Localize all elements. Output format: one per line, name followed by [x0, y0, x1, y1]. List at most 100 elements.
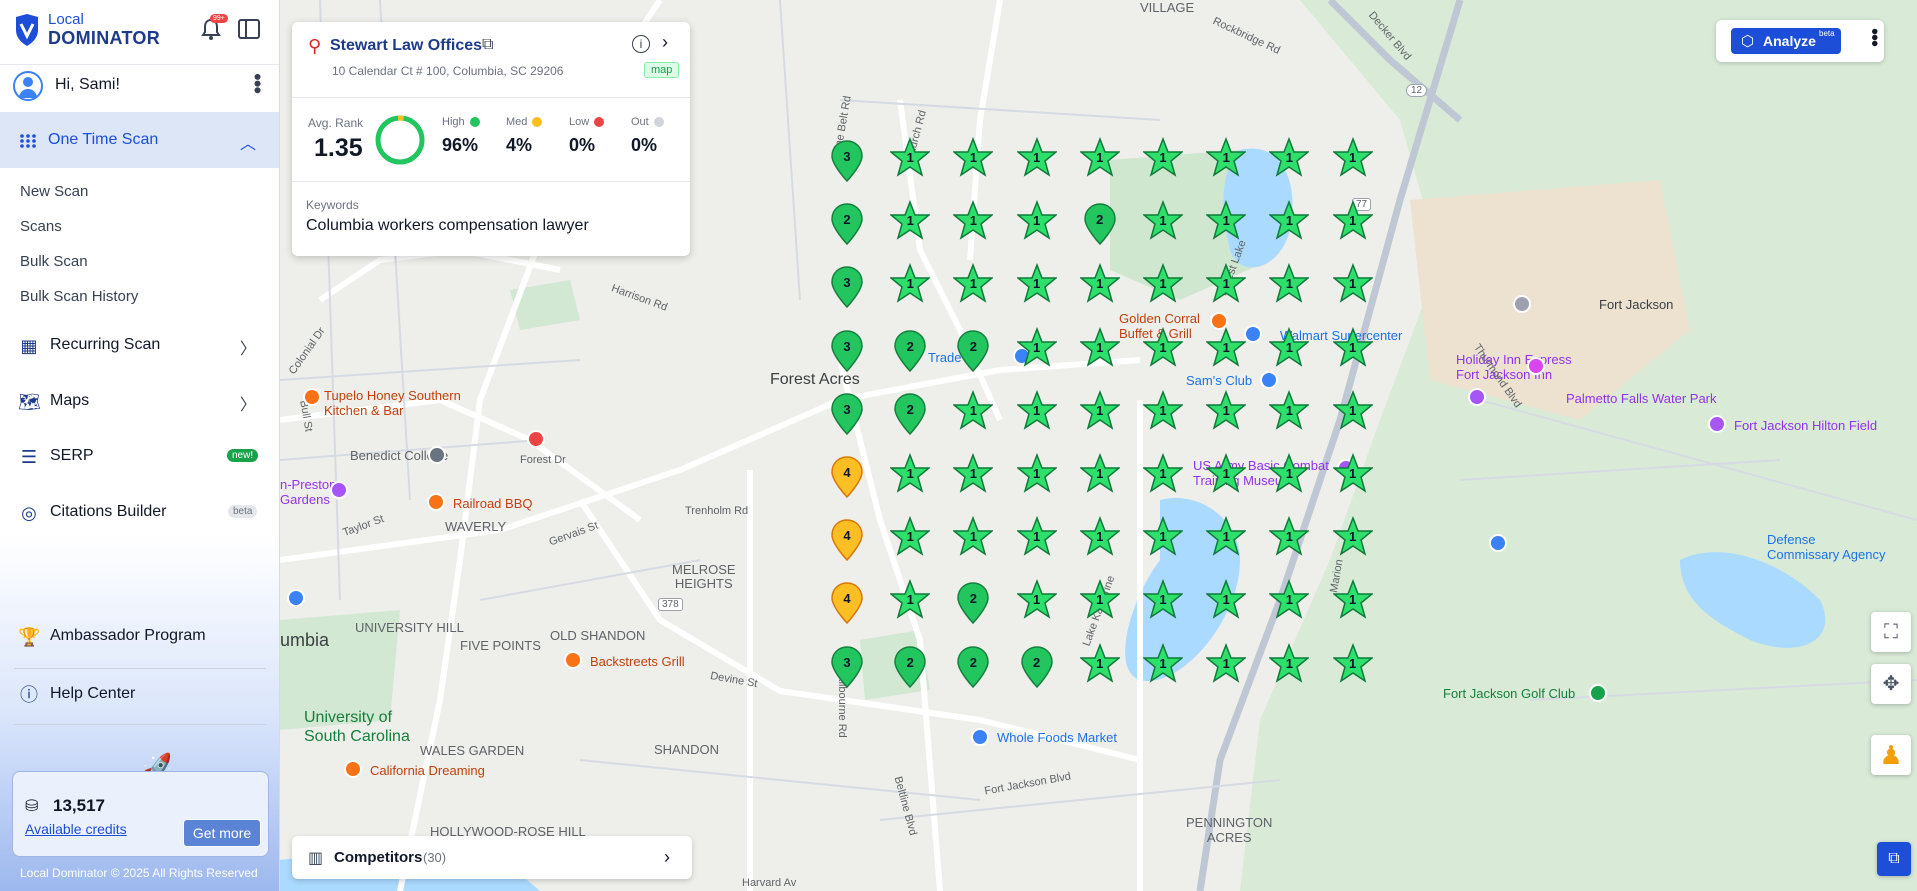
- rank-star-marker[interactable]: 1: [1206, 579, 1247, 625]
- rank-pin-marker[interactable]: 2: [1080, 200, 1120, 246]
- poi-icon[interactable]: [1708, 415, 1726, 433]
- poi-icon[interactable]: [1527, 357, 1545, 375]
- rank-star-marker[interactable]: 1: [1269, 326, 1310, 373]
- rank-star-marker[interactable]: 1: [1016, 389, 1057, 436]
- rank-star-marker[interactable]: 1: [1079, 516, 1120, 562]
- recenter-icon[interactable]: ✥: [1871, 664, 1911, 704]
- rank-star-marker[interactable]: 1: [1143, 200, 1183, 246]
- nav-recurring-scan[interactable]: ▦ Recurring Scan 〉: [0, 325, 279, 365]
- rank-star-marker[interactable]: 1: [1206, 137, 1247, 183]
- nav-help-center[interactable]: ⓘ Help Center: [0, 674, 279, 714]
- rank-star-marker[interactable]: 1: [1143, 516, 1183, 562]
- rank-star-marker[interactable]: 1: [1332, 137, 1373, 183]
- nav-new-scan[interactable]: New Scan: [20, 183, 88, 200]
- rank-star-marker[interactable]: 1: [1332, 453, 1373, 499]
- rank-pin-marker[interactable]: 2: [827, 200, 867, 246]
- rank-star-marker[interactable]: 1: [1143, 137, 1183, 183]
- poi-icon[interactable]: [1260, 371, 1278, 389]
- rank-star-marker[interactable]: 1: [1206, 389, 1247, 436]
- rank-star-marker[interactable]: 1: [1079, 326, 1120, 373]
- rank-star-marker[interactable]: 1: [1206, 263, 1247, 309]
- rank-star-marker[interactable]: 1: [1079, 263, 1120, 309]
- poi-icon[interactable]: [1244, 325, 1262, 343]
- external-link-icon[interactable]: ⧉: [482, 36, 493, 54]
- rank-star-marker[interactable]: 1: [1016, 516, 1057, 562]
- poi-icon[interactable]: [1489, 534, 1507, 552]
- poi-icon[interactable]: [427, 493, 445, 511]
- rank-pin-marker[interactable]: 3: [827, 327, 867, 373]
- competitors-bar[interactable]: ▥ Competitors (30) ›: [292, 836, 692, 879]
- rank-star-marker[interactable]: 1: [1269, 389, 1310, 436]
- available-credits-link[interactable]: Available credits: [25, 821, 127, 837]
- rank-star-marker[interactable]: 1: [1143, 453, 1183, 499]
- rank-pin-marker[interactable]: 2: [890, 390, 930, 436]
- rank-pin-marker[interactable]: 3: [827, 137, 867, 183]
- street-view-pegman-icon[interactable]: ♟: [1871, 735, 1911, 775]
- rank-star-marker[interactable]: 1: [1206, 642, 1247, 689]
- rank-pin-marker[interactable]: 2: [953, 579, 993, 625]
- rank-pin-marker[interactable]: 3: [827, 643, 867, 689]
- rank-star-marker[interactable]: 1: [1016, 137, 1057, 183]
- sidebar-toggle-icon[interactable]: [238, 19, 260, 39]
- poi-icon[interactable]: [428, 446, 446, 464]
- more-options-icon[interactable]: •••: [1862, 28, 1885, 46]
- rank-star-marker[interactable]: 1: [1143, 263, 1183, 309]
- rank-star-marker[interactable]: 1: [1332, 516, 1373, 562]
- rank-star-marker[interactable]: 1: [1206, 453, 1247, 499]
- rank-star-marker[interactable]: 1: [1332, 200, 1373, 246]
- extension-icon[interactable]: ⧉: [1877, 842, 1911, 876]
- chevron-right-icon[interactable]: ›: [662, 32, 668, 53]
- rank-star-marker[interactable]: 1: [1206, 326, 1247, 373]
- poi-icon[interactable]: [564, 651, 582, 669]
- rank-star-marker[interactable]: 1: [953, 200, 994, 246]
- rank-star-marker[interactable]: 1: [1332, 389, 1373, 436]
- rank-star-marker[interactable]: 1: [1016, 453, 1057, 499]
- rank-star-marker[interactable]: 1: [1332, 263, 1373, 309]
- rank-star-marker[interactable]: 1: [1016, 326, 1057, 373]
- nav-bulk-scan[interactable]: Bulk Scan: [20, 253, 88, 270]
- nav-one-time-scan[interactable]: One Time Scan ︿: [0, 112, 279, 168]
- rank-star-marker[interactable]: 1: [953, 453, 994, 499]
- nav-maps[interactable]: 🗺 Maps 〉: [0, 381, 279, 421]
- poi-icon[interactable]: [287, 589, 305, 607]
- poi-icon[interactable]: [344, 760, 362, 778]
- rank-star-marker[interactable]: 1: [890, 137, 931, 183]
- rank-star-marker[interactable]: 1: [1206, 516, 1247, 562]
- rank-star-marker[interactable]: 1: [1016, 579, 1057, 625]
- rank-star-marker[interactable]: 1: [1143, 642, 1183, 689]
- rank-pin-marker[interactable]: 3: [827, 390, 867, 436]
- rank-star-marker[interactable]: 1: [1206, 200, 1247, 246]
- rank-star-marker[interactable]: 1: [1143, 579, 1183, 625]
- rank-star-marker[interactable]: 1: [1143, 326, 1183, 373]
- poi-icon[interactable]: [1513, 295, 1531, 313]
- brand-logo[interactable]: Local DOMINATOR: [14, 12, 160, 47]
- info-icon[interactable]: i: [632, 35, 650, 53]
- poi-icon[interactable]: [971, 728, 989, 746]
- rank-star-marker[interactable]: 1: [1332, 326, 1373, 373]
- rank-star-marker[interactable]: 1: [890, 200, 931, 246]
- rank-star-marker[interactable]: 1: [1079, 389, 1120, 436]
- rank-pin-marker[interactable]: 2: [953, 327, 993, 373]
- rank-pin-marker[interactable]: 4: [827, 453, 867, 499]
- rank-star-marker[interactable]: 1: [890, 579, 931, 625]
- rank-star-marker[interactable]: 1: [1016, 200, 1057, 246]
- rank-star-marker[interactable]: 1: [1269, 642, 1310, 689]
- user-menu-icon[interactable]: •••: [245, 73, 270, 93]
- nav-citations-builder[interactable]: ◎ Citations Builder beta: [0, 492, 279, 532]
- rank-pin-marker[interactable]: 2: [1017, 643, 1057, 689]
- fit-bounds-icon[interactable]: ⛶: [1871, 612, 1911, 652]
- rank-star-marker[interactable]: 1: [1143, 389, 1183, 436]
- rank-star-marker[interactable]: 1: [1269, 579, 1310, 625]
- poi-icon[interactable]: [1468, 388, 1486, 406]
- analyze-button[interactable]: ⬡ Analyze beta: [1731, 28, 1841, 54]
- nav-serp[interactable]: ☰ SERP new!: [0, 436, 279, 476]
- nav-scans[interactable]: Scans: [20, 218, 62, 235]
- rank-pin-marker[interactable]: 3: [827, 263, 867, 309]
- nav-bulk-scan-history[interactable]: Bulk Scan History: [20, 288, 138, 305]
- rank-star-marker[interactable]: 1: [1332, 579, 1373, 625]
- rank-pin-marker[interactable]: 2: [953, 643, 993, 689]
- rank-star-marker[interactable]: 1: [1079, 137, 1120, 183]
- poi-icon[interactable]: [330, 481, 348, 499]
- poi-icon[interactable]: [527, 430, 545, 448]
- rank-star-marker[interactable]: 1: [953, 516, 994, 562]
